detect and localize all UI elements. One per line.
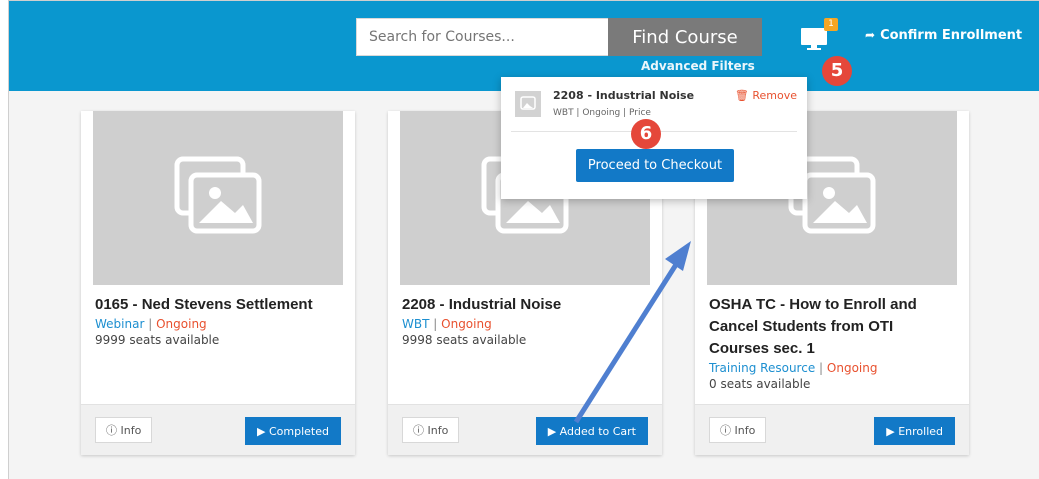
annotation-arrow bbox=[573, 241, 691, 424]
page-frame: Find Course Advanced Filters 1 ➦Confirm … bbox=[8, 0, 1039, 479]
